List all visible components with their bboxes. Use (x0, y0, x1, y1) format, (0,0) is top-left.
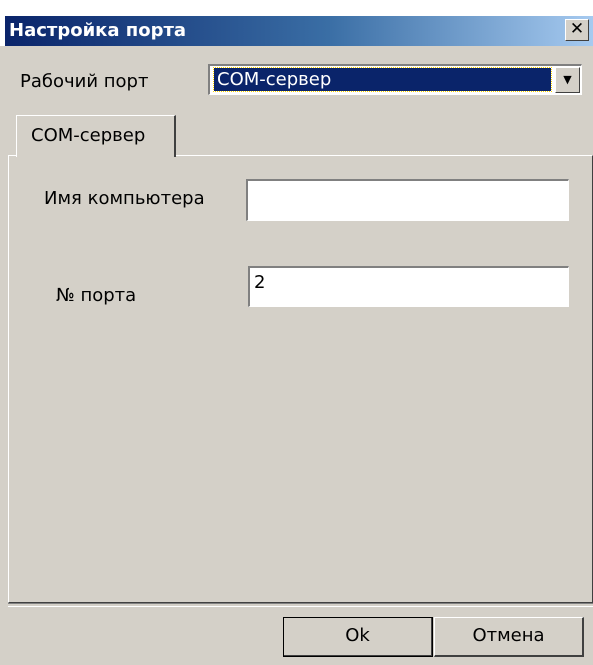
close-icon: ✕ (569, 19, 585, 39)
work-port-select[interactable]: COM-сервер ▼ (208, 64, 582, 95)
close-button[interactable]: ✕ (565, 19, 589, 41)
port-number-label: № порта (56, 285, 137, 306)
title-bar[interactable]: Настройка порта ✕ (0, 0, 593, 46)
title-bar-gradient: Настройка порта ✕ (5, 16, 593, 46)
window-title: Настройка порта (9, 20, 187, 41)
ok-button[interactable]: Ok (283, 617, 433, 657)
work-port-label: Рабочий порт (20, 71, 149, 92)
tab-panel (8, 155, 593, 603)
port-number-input[interactable]: 2 (248, 266, 569, 307)
computer-name-label: Имя компьютера (44, 188, 205, 209)
chevron-down-icon: ▼ (563, 73, 572, 86)
tab-com-server[interactable]: COM-сервер (16, 115, 176, 157)
tab-label: COM-сервер (31, 125, 146, 146)
dropdown-arrow-button[interactable]: ▼ (555, 67, 580, 93)
cancel-button[interactable]: Отмена (434, 617, 584, 657)
button-separator (8, 603, 593, 607)
work-port-selected-value: COM-сервер (213, 67, 552, 92)
computer-name-input[interactable] (246, 179, 569, 221)
